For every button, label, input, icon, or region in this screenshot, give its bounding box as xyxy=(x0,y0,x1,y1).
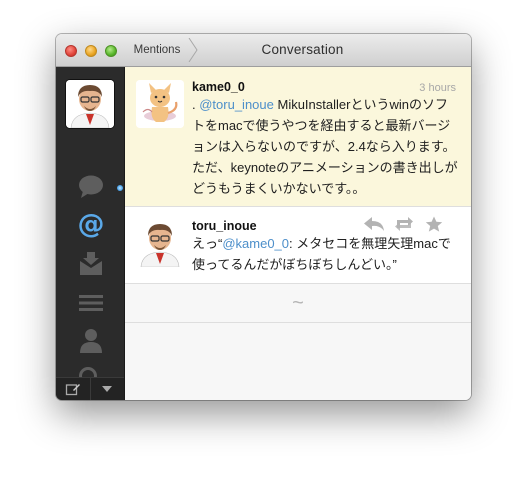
tweet-text: . @toru_inoue MikuInstallerというwinのソフトをma… xyxy=(192,94,460,199)
direct-messages-icon[interactable] xyxy=(76,250,106,278)
profile-icon[interactable] xyxy=(76,327,106,355)
tweet-username[interactable]: toru_inoue xyxy=(192,219,257,233)
sidebar-toolbar xyxy=(56,377,124,400)
tweet-timestamp[interactable]: 3 hours xyxy=(419,82,456,94)
tweet-actions xyxy=(363,216,445,232)
tweet[interactable]: toru_inoue えっ“@kame0_0: メタセコを無理矢理macで使って… xyxy=(125,207,471,284)
tweet-username[interactable]: kame0_0 xyxy=(192,80,245,94)
dropdown-icon xyxy=(102,386,113,392)
close-window-button[interactable] xyxy=(65,45,77,57)
user-avatar[interactable] xyxy=(136,80,184,128)
compose-icon xyxy=(65,384,80,396)
unread-indicator xyxy=(117,185,123,191)
minimize-window-button[interactable] xyxy=(85,45,97,57)
conversation-panel: kame0_0 3 hours . @toru_inoue MikuInstal… xyxy=(125,67,471,400)
account-menu-button[interactable] xyxy=(89,378,125,400)
tweet-prefix: えっ“ xyxy=(192,236,223,251)
messages-icon[interactable] xyxy=(76,173,106,201)
mentions-icon[interactable]: @ xyxy=(76,210,106,238)
favorite-star-icon[interactable] xyxy=(423,216,445,232)
zoom-window-button[interactable] xyxy=(105,45,117,57)
compose-button[interactable] xyxy=(56,378,90,400)
retweet-icon[interactable] xyxy=(393,216,415,232)
svg-text:@: @ xyxy=(78,210,105,238)
app-window: Mentions Conversation @ kame0_0 3 hours … xyxy=(56,34,471,400)
load-more-indicator[interactable]: ~ xyxy=(125,284,471,323)
account-avatar[interactable] xyxy=(66,80,114,128)
window-title: Conversation xyxy=(261,42,344,57)
back-breadcrumb[interactable]: Mentions xyxy=(124,34,190,66)
user-avatar[interactable] xyxy=(136,219,184,267)
mention-link[interactable]: @toru_inoue xyxy=(199,97,274,112)
sidebar: @ xyxy=(56,67,125,400)
mention-link[interactable]: @kame0_0 xyxy=(222,236,289,251)
title-bar: Mentions Conversation xyxy=(56,34,471,67)
reply-icon[interactable] xyxy=(363,216,385,232)
tweet-text: えっ“@kame0_0: メタセコを無理矢理macで使ってるんだがぼちぼちしんど… xyxy=(192,233,460,275)
lists-icon[interactable] xyxy=(76,289,106,317)
tweet[interactable]: kame0_0 3 hours . @toru_inoue MikuInstal… xyxy=(125,67,471,207)
